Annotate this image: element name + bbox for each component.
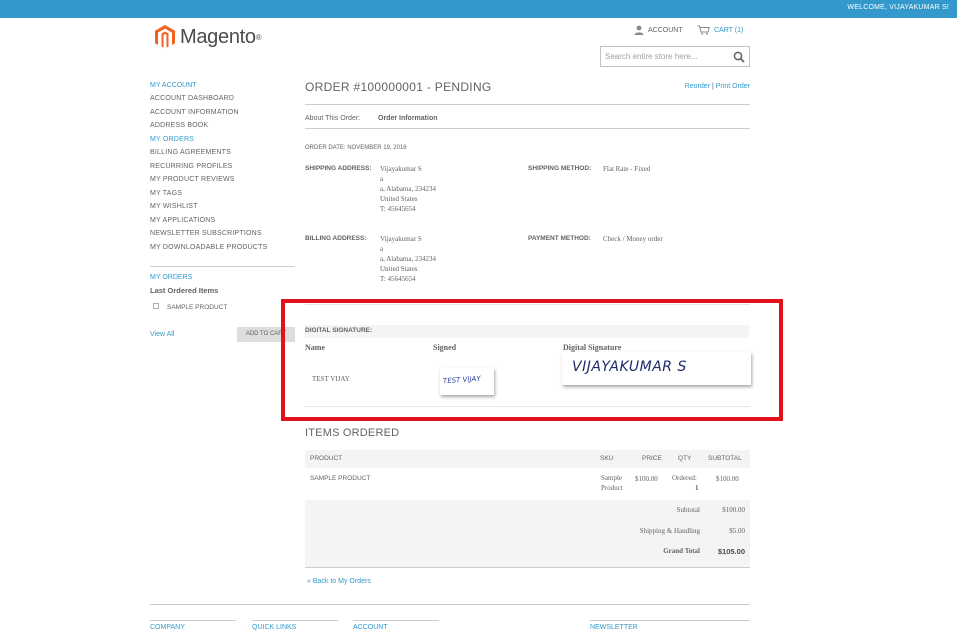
th-subtotal: SUBTOTAL [708, 455, 742, 462]
last-item-checkbox[interactable] [153, 303, 159, 309]
magento-logo-icon [155, 25, 175, 49]
address-line: United States [380, 265, 418, 273]
footer-divider [150, 604, 750, 605]
payment-method: Check / Money order [603, 235, 663, 243]
sidebar-divider [150, 266, 295, 267]
sidebar-item-my-tags[interactable]: MY TAGS [150, 190, 295, 204]
payment-method-label: PAYMENT METHOD: [528, 235, 591, 242]
address-line: a, Alabama, 234234 [380, 255, 436, 263]
row-price: $100.00 [635, 475, 658, 483]
shipping-address-label: SHIPPING ADDRESS: [305, 165, 372, 172]
sidebar-item-account-dashboard[interactable]: ACCOUNT DASHBOARD [150, 95, 295, 109]
billing-address-label: BILLING ADDRESS: [305, 235, 367, 242]
back-to-orders-link[interactable]: « Back to My Orders [307, 578, 371, 585]
billing-address: Vijayakumar S a a, Alabama, 234234 Unite… [380, 234, 436, 284]
account-label: ACCOUNT [648, 26, 683, 34]
print-order-link[interactable]: Print Order [716, 83, 750, 90]
footer-col-line [353, 620, 439, 621]
magento-logo[interactable]: Magento ® [154, 24, 262, 50]
sidebar-item-newsletter-subscriptions[interactable]: NEWSLETTER SUBSCRIPTIONS [150, 230, 295, 244]
address-line: a [380, 175, 384, 183]
page-title: ORDER #100000001 - PENDING [305, 80, 492, 94]
row-sku-line2: Product [601, 484, 623, 492]
last-ordered-title: Last Ordered Items [150, 286, 219, 295]
th-qty: QTY [678, 455, 692, 462]
shipping-label: Shipping & Handling [639, 527, 700, 535]
search-input[interactable]: Search entire store here... [600, 46, 750, 67]
row-sku-line1: Sample [601, 474, 622, 482]
search-icon[interactable] [733, 51, 745, 63]
tabs-top-line [305, 104, 750, 105]
footer-col-line [590, 620, 750, 621]
totals-bottom-line [305, 567, 750, 568]
shipping-method-label: SHIPPING METHOD: [528, 165, 592, 172]
about-order-label: About This Order: [305, 115, 361, 122]
tabs-bottom-line [305, 128, 750, 129]
row-qty-value: 1 [695, 484, 699, 492]
account-link[interactable]: ACCOUNT [634, 25, 683, 35]
subtotal-value: $100.00 [722, 506, 745, 514]
subtotal-label: Subtotal [676, 506, 700, 514]
shipping-address: Vijayakumar S a a, Alabama, 234234 Unite… [380, 164, 436, 214]
footer-company[interactable]: COMPANY [150, 624, 185, 631]
cart-link[interactable]: CART (1) [697, 25, 743, 35]
sidebar-item-account-information[interactable]: ACCOUNT INFORMATION [150, 109, 295, 123]
grand-total-label: Grand Total [663, 547, 700, 555]
sidebar-item-my-wishlist[interactable]: MY WISHLIST [150, 203, 295, 217]
row-product: SAMPLE PRODUCT [310, 475, 371, 482]
cart-icon [697, 25, 710, 35]
th-sku: SKU [600, 455, 614, 462]
action-separator: | [711, 83, 714, 90]
footer-col-line [150, 620, 236, 621]
last-item-name[interactable]: SAMPLE PRODUCT [167, 304, 227, 311]
order-actions: Reorder | Print Order [685, 83, 750, 90]
address-line: Vijayakumar S [380, 235, 422, 243]
address-line: Vijayakumar S [380, 165, 422, 173]
address-line: T: 45645654 [380, 275, 416, 283]
footer-newsletter[interactable]: NEWSLETTER [590, 624, 638, 631]
user-icon [634, 25, 644, 35]
sidebar-title: MY ACCOUNT [150, 82, 197, 89]
sidebar-nav: ACCOUNT DASHBOARD ACCOUNT INFORMATION AD… [150, 95, 295, 257]
logo-text: Magento [180, 25, 256, 48]
items-ordered-title: ITEMS ORDERED [305, 427, 400, 439]
cart-label: CART (1) [714, 26, 744, 34]
th-product: PRODUCT [310, 455, 343, 462]
sidebar-item-billing-agreements[interactable]: BILLING AGREEMENTS [150, 149, 295, 163]
my-orders-block-title: MY ORDERS [150, 274, 193, 281]
shipping-value: $5.00 [729, 527, 745, 535]
address-line: a, Alabama, 234234 [380, 185, 436, 193]
search-placeholder: Search entire store here... [605, 52, 698, 61]
highlight-box [281, 299, 783, 421]
footer-quick-links[interactable]: QUICK LINKS [252, 624, 296, 631]
row-qty-label: Ordered: [672, 474, 697, 482]
tab-order-information[interactable]: Order Information [378, 115, 438, 122]
table-row: SAMPLE PRODUCT Sample Product $100.00 Or… [305, 468, 750, 500]
view-all-link[interactable]: View All [150, 331, 174, 338]
order-date: ORDER DATE: NOVEMBER 19, 2016 [305, 145, 407, 151]
address-line: T: 45645654 [380, 205, 416, 213]
footer-col-line [252, 620, 338, 621]
footer-account[interactable]: ACCOUNT [353, 624, 388, 631]
row-subtotal: $100.00 [716, 475, 739, 483]
logo-registered: ® [255, 32, 262, 42]
address-line: a [380, 245, 384, 253]
welcome-message: WELCOME, VIJAYAKUMAR S! [847, 4, 949, 11]
sidebar-item-my-applications[interactable]: MY APPLICATIONS [150, 217, 295, 231]
grand-total-value: $105.00 [717, 547, 745, 556]
sidebar-item-recurring-profiles[interactable]: RECURRING PROFILES [150, 163, 295, 177]
sidebar-item-downloadable-products[interactable]: MY DOWNLOADABLE PRODUCTS [150, 244, 295, 258]
address-line: United States [380, 195, 418, 203]
shipping-method: Flat Rate - Fixed [603, 165, 651, 173]
sidebar-item-address-book[interactable]: ADDRESS BOOK [150, 122, 295, 136]
sidebar-item-my-orders[interactable]: MY ORDERS [150, 136, 295, 150]
totals-block: Subtotal $100.00 Shipping & Handling $5.… [305, 500, 750, 567]
reorder-link[interactable]: Reorder [685, 83, 710, 90]
top-bar: WELCOME, VIJAYAKUMAR S! [0, 0, 957, 18]
th-price: PRICE [642, 455, 662, 462]
sidebar-item-product-reviews[interactable]: MY PRODUCT REVIEWS [150, 176, 295, 190]
